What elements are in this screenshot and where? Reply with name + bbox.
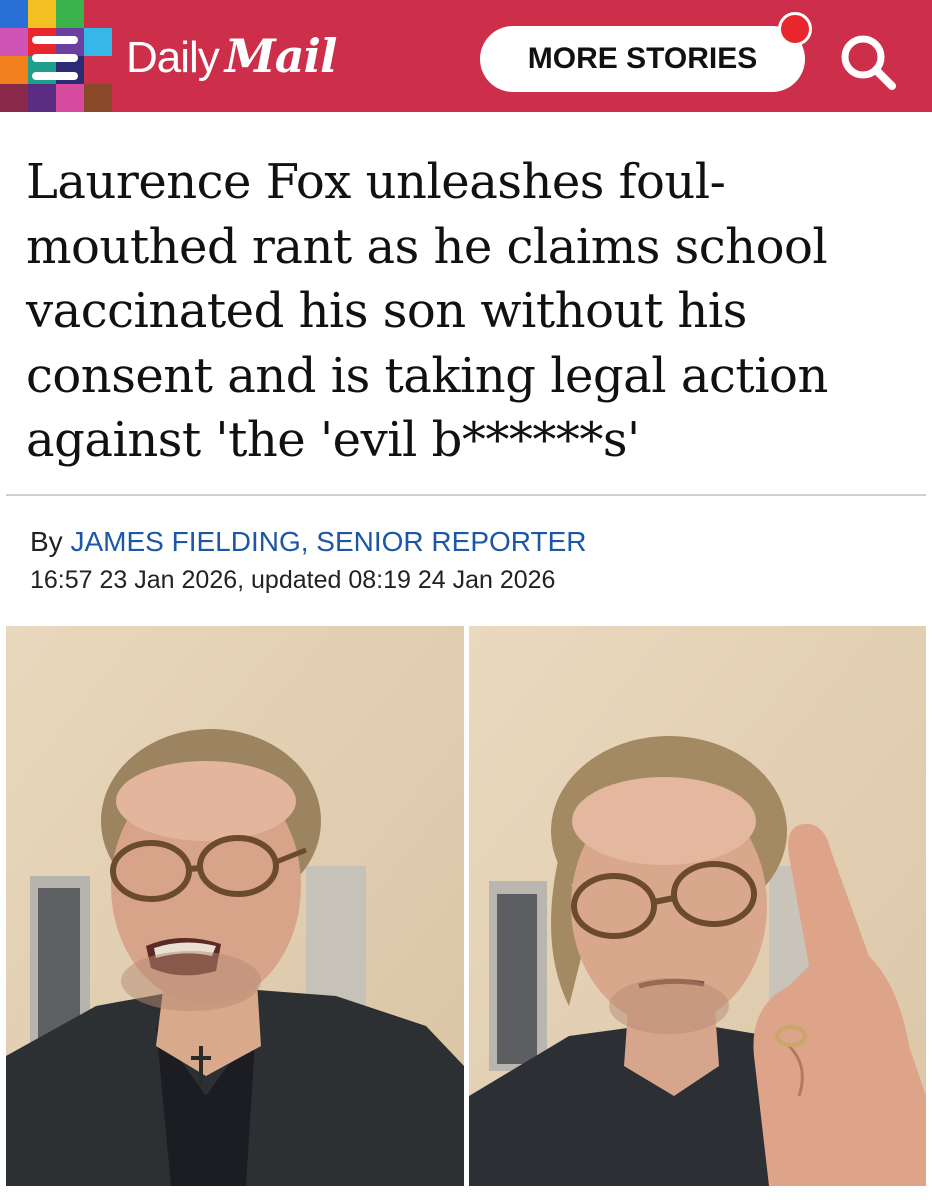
divider	[6, 494, 926, 496]
byline-prefix: By	[30, 526, 63, 557]
article-headline: Laurence Fox unleashes foul-mouthed rant…	[26, 154, 828, 468]
more-stories-button[interactable]: MORE STORIES	[480, 26, 805, 92]
article-dateline: 16:57 23 Jan 2026, updated 08:19 24 Jan …	[30, 566, 556, 594]
notification-dot-icon	[778, 12, 812, 46]
logo-mail: Mail	[224, 29, 338, 83]
article-photo-right[interactable]	[469, 626, 926, 1186]
site-logo[interactable]: Daily Mail	[126, 22, 338, 90]
photo-man-shouting	[6, 626, 464, 1186]
article-photo-left[interactable]	[6, 626, 464, 1186]
author-link[interactable]: JAMES FIELDING, SENIOR REPORTER	[70, 526, 586, 557]
menu-button[interactable]	[0, 0, 112, 112]
search-button[interactable]	[836, 30, 900, 94]
site-header: Daily Mail MORE STORIES	[0, 0, 932, 112]
byline: By JAMES FIELDING, SENIOR REPORTER	[30, 526, 587, 558]
menu-icon	[32, 36, 78, 80]
logo-daily: Daily	[126, 33, 220, 82]
search-icon	[841, 35, 896, 90]
photo-man-gesturing	[469, 626, 926, 1186]
